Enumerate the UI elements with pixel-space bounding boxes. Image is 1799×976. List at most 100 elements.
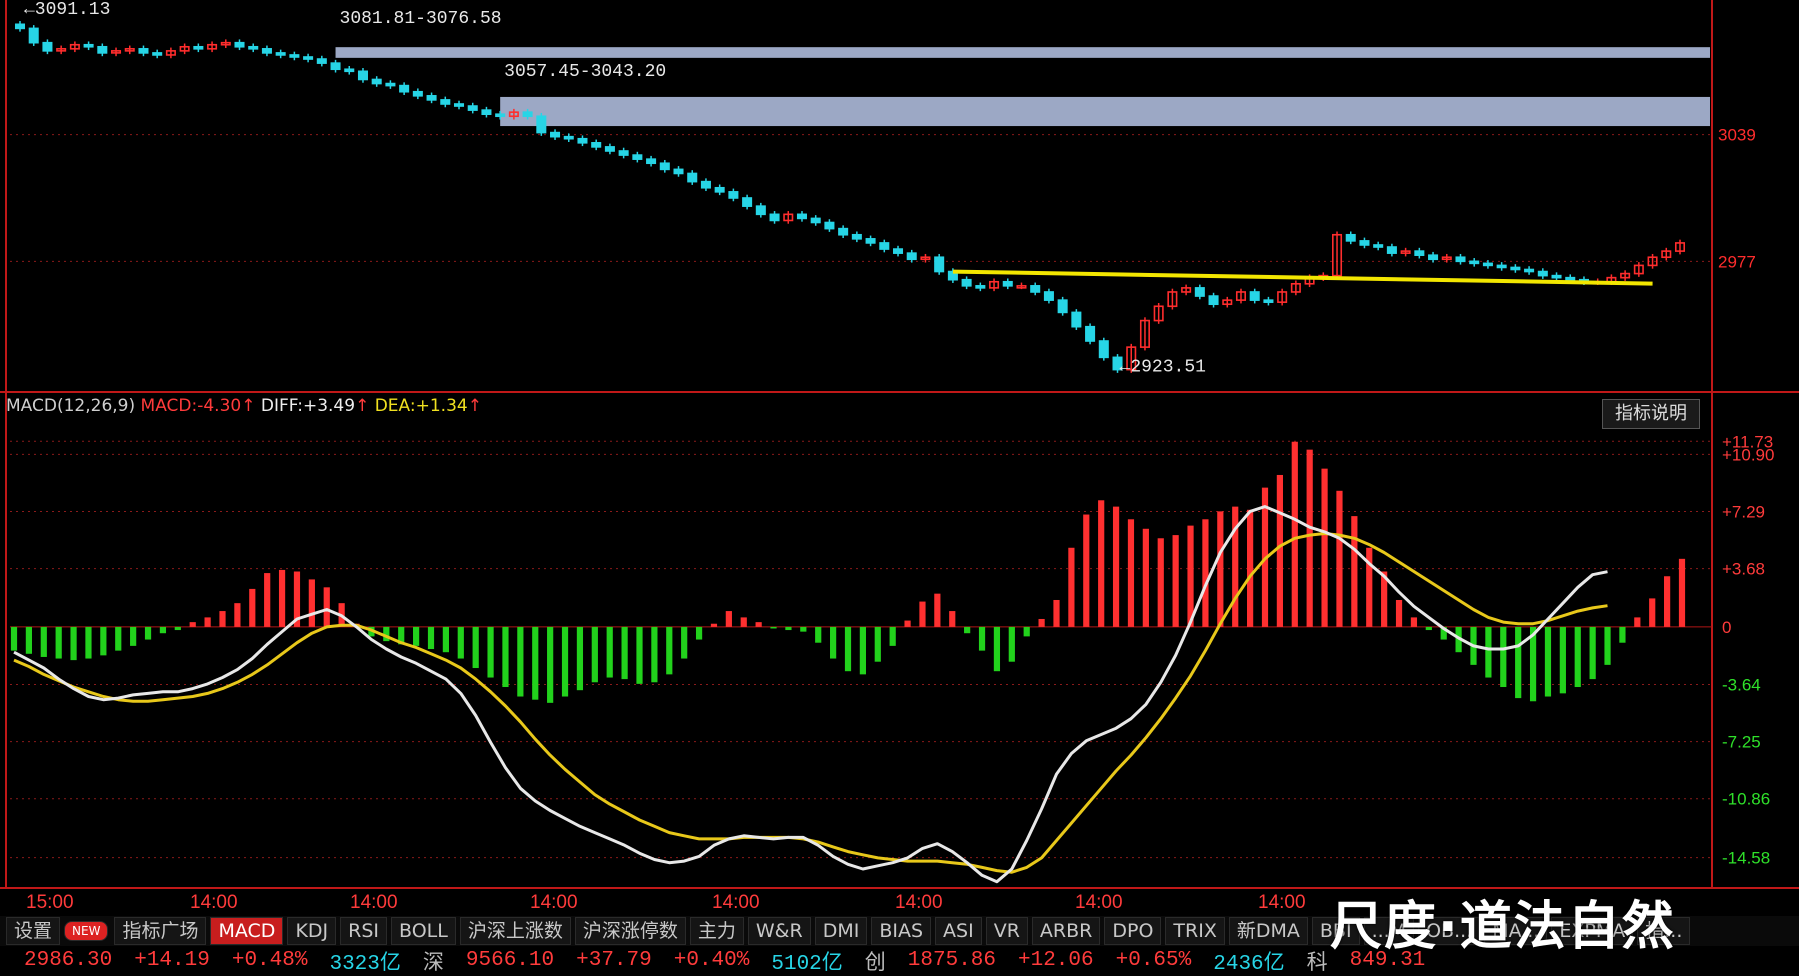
macd-bar-positive	[1172, 535, 1179, 627]
macd-bar-negative	[115, 626, 122, 651]
candle-down	[975, 285, 986, 289]
tab-new-dma[interactable]: 新DMA	[1228, 917, 1308, 945]
candle-down	[550, 131, 561, 138]
tab-dpo[interactable]: DPO	[1104, 917, 1162, 945]
macd-bar-negative	[800, 626, 807, 632]
candle-down	[289, 54, 300, 58]
tab-asi[interactable]: ASI	[935, 917, 982, 945]
tab-rising-count[interactable]: 沪深上涨数	[459, 917, 571, 945]
tab-bias[interactable]: BIAS	[871, 917, 932, 945]
macd-bar-positive	[1395, 599, 1403, 627]
dea-value: +1.34	[415, 396, 468, 416]
candle-down	[385, 82, 396, 87]
candle-down	[412, 90, 423, 97]
macd-bar-negative	[621, 626, 628, 680]
macd-bar-negative	[576, 626, 584, 691]
macd-bar-positive	[1664, 576, 1671, 627]
macd-bar-negative	[964, 626, 971, 634]
macd-bar-positive	[1202, 519, 1209, 627]
sh-index: 2986.30	[24, 949, 113, 972]
candle-down	[700, 180, 711, 189]
macd-bar-positive	[1678, 558, 1686, 627]
time-axis-label: 15:00	[26, 892, 74, 913]
macd-bar-positive	[1351, 516, 1358, 627]
candle-down	[1455, 256, 1466, 263]
macd-bar-negative	[1574, 626, 1581, 688]
tab-kdj[interactable]: KDJ	[287, 917, 337, 945]
macd-bar-negative	[874, 626, 881, 662]
macd-bar-positive	[1142, 528, 1149, 627]
diff-label: DIFF:	[260, 396, 303, 416]
macd-bar-negative	[40, 626, 47, 657]
macd-bar-negative	[993, 626, 1001, 672]
candle-down	[97, 45, 108, 54]
macd-bar-positive	[1053, 599, 1060, 627]
cy-label: 创	[864, 952, 886, 976]
tab-limit-up-count[interactable]: 沪深涨停数	[574, 917, 686, 945]
tab-settings[interactable]: 设置	[6, 917, 61, 945]
price-axis-tick: 2977	[1718, 252, 1756, 271]
candle-down	[824, 221, 835, 230]
macd-bar-negative	[695, 626, 703, 640]
macd-bar-positive	[934, 593, 941, 627]
sh-pct: +0.48%	[231, 949, 308, 972]
macd-bar-negative	[547, 626, 554, 703]
macd-bar-positive	[919, 601, 926, 627]
tab-trix[interactable]: TRIX	[1165, 917, 1225, 945]
price-axis-tick: 3039	[1718, 126, 1756, 145]
indicator-help-button[interactable]: 指标说明	[1602, 399, 1700, 429]
macd-bar-positive	[1291, 441, 1298, 627]
macd-bar-negative	[1515, 626, 1522, 699]
candle-down	[604, 146, 615, 152]
macd-bar-positive	[740, 617, 747, 627]
candle-down	[1194, 287, 1205, 297]
kc-label: 科	[1306, 952, 1328, 976]
sz-label: 深	[422, 952, 444, 976]
macd-bar-negative	[889, 626, 896, 646]
tab-arbr[interactable]: ARBR	[1031, 917, 1101, 945]
candle-down	[796, 213, 808, 220]
macd-bar-positive	[1038, 618, 1045, 627]
macd-axis-tick: +10.90	[1722, 445, 1774, 464]
candle-down	[838, 227, 849, 236]
macd-bar-positive	[1112, 506, 1120, 627]
tab-macd[interactable]: MACD	[210, 917, 284, 945]
stock-chart[interactable]: ←3091.13 3081.81-3076.58 3057.45-3043.20 ←2…	[0, 0, 1799, 916]
tab-wr[interactable]: W&R	[747, 917, 811, 945]
tab-main-force[interactable]: 主力	[689, 917, 744, 945]
candle-down	[632, 154, 643, 160]
candle-down	[618, 150, 629, 156]
tab-indicator-square[interactable]: 指标广场	[114, 917, 207, 945]
macd-bar-positive	[1127, 519, 1135, 627]
macd-bar-positive	[264, 573, 271, 627]
new-badge: NEW	[64, 921, 109, 941]
macd-bar-negative	[55, 626, 62, 659]
candle-down	[906, 252, 917, 261]
macd-bar-positive	[1247, 509, 1254, 627]
tab-rsi[interactable]: RSI	[340, 917, 388, 945]
macd-value: -4.30	[197, 396, 242, 416]
macd-bar-positive	[1083, 514, 1090, 627]
macd-bar-negative	[830, 626, 837, 659]
candle-down	[522, 111, 533, 118]
tab-dmi[interactable]: DMI	[814, 917, 868, 945]
macd-bar-negative	[844, 626, 852, 672]
indicator-name: MACD(12,26,9)	[6, 396, 136, 416]
candle-down	[330, 62, 341, 71]
tab-boll[interactable]: BOLL	[391, 917, 456, 945]
macd-axis-tick: -14.58	[1722, 849, 1770, 868]
candle-down	[755, 205, 766, 216]
candle-down	[1002, 280, 1013, 287]
candle-down	[83, 43, 94, 48]
cy-change: +12.06	[1018, 949, 1094, 972]
candle-down	[1551, 274, 1562, 279]
macd-bar-negative	[70, 626, 77, 661]
candle-down	[865, 238, 876, 244]
candle-down	[1208, 295, 1219, 306]
tab-vr[interactable]: VR	[985, 917, 1028, 945]
sh-amount: 3323亿	[329, 952, 401, 976]
sz-pct: +0.40%	[673, 949, 750, 972]
macd-bar-positive	[1217, 511, 1224, 627]
candle-down	[1469, 260, 1480, 265]
macd-bar-positive	[189, 622, 196, 627]
